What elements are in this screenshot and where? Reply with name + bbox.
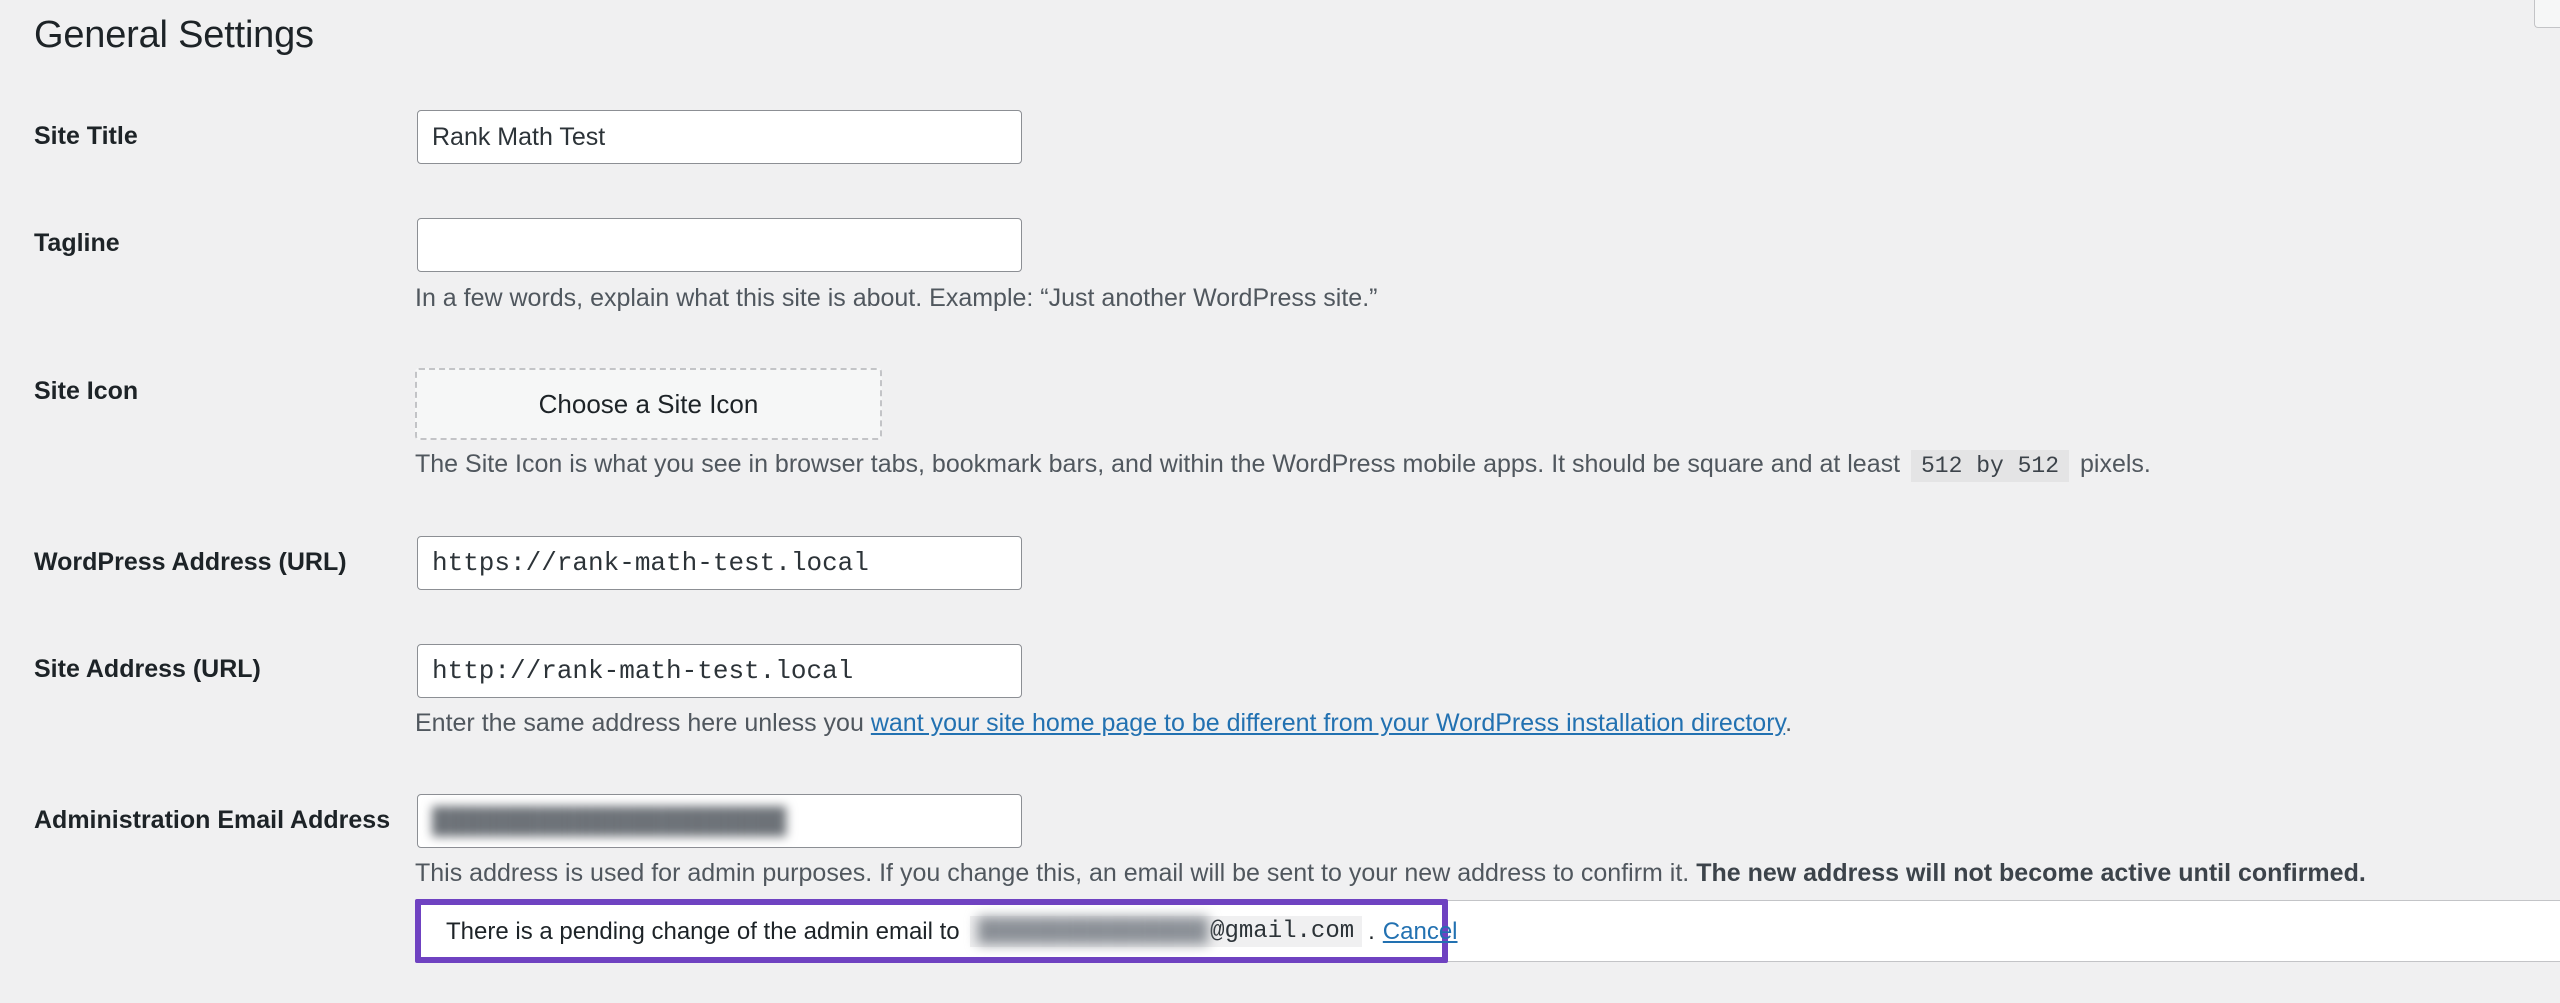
- site-icon-description-text: The Site Icon is what you see in browser…: [415, 450, 1901, 478]
- admin-email-label: Administration Email Address: [34, 806, 391, 834]
- general-settings-page: General Settings Site Title Rank Math Te…: [0, 0, 2560, 1003]
- pending-email-address: ████████████████ @gmail.com: [969, 916, 1363, 947]
- tagline-description: In a few words, explain what this site i…: [415, 284, 1378, 312]
- page-title: General Settings: [34, 14, 314, 56]
- pending-email-notice-content: There is a pending change of the admin e…: [446, 916, 1458, 947]
- wordpress-address-label: WordPress Address (URL): [34, 548, 347, 576]
- choose-site-icon-button[interactable]: Choose a Site Icon: [415, 368, 882, 440]
- site-address-label: Site Address (URL): [34, 655, 261, 683]
- site-icon-description: The Site Icon is what you see in browser…: [415, 450, 2151, 482]
- pending-email-domain: @gmail.com: [1210, 918, 1355, 945]
- wordpress-address-value: https://rank-math-test.local: [432, 548, 869, 578]
- cancel-pending-email-link[interactable]: Cancel: [1383, 918, 1458, 946]
- admin-email-description: This address is used for admin purposes.…: [415, 859, 2366, 888]
- site-address-value: http://rank-math-test.local: [432, 656, 854, 686]
- tagline-label: Tagline: [34, 229, 120, 257]
- site-icon-label: Site Icon: [34, 377, 139, 405]
- site-title-value: Rank Math Test: [432, 122, 606, 151]
- pending-email-period: .: [1368, 917, 1375, 945]
- admin-email-input[interactable]: ████████████████████: [417, 794, 1022, 848]
- admin-email-description-bold: The new address will not become active u…: [1696, 859, 2366, 887]
- site-title-label: Site Title: [34, 122, 138, 150]
- site-address-input[interactable]: http://rank-math-test.local: [417, 644, 1022, 698]
- tagline-input[interactable]: [417, 218, 1022, 272]
- admin-email-description-text: This address is used for admin purposes.…: [415, 859, 1690, 887]
- site-icon-size-code: 512 by 512: [1911, 450, 2070, 482]
- site-icon-description-suffix: pixels.: [2079, 450, 2151, 478]
- site-address-help-link[interactable]: want your site home page to be different…: [871, 709, 1785, 737]
- screen-options-tab-fragment[interactable]: [2534, 0, 2560, 28]
- pending-email-local-part: ████████████████: [977, 918, 1209, 945]
- site-title-input[interactable]: Rank Math Test: [417, 110, 1022, 164]
- site-address-description: Enter the same address here unless you w…: [415, 709, 1792, 738]
- site-address-description-text: Enter the same address here unless you: [415, 709, 864, 737]
- wordpress-address-input[interactable]: https://rank-math-test.local: [417, 536, 1022, 590]
- admin-email-value: ████████████████████: [432, 806, 787, 835]
- pending-email-text: There is a pending change of the admin e…: [446, 917, 960, 945]
- site-address-description-suffix: .: [1785, 709, 1793, 737]
